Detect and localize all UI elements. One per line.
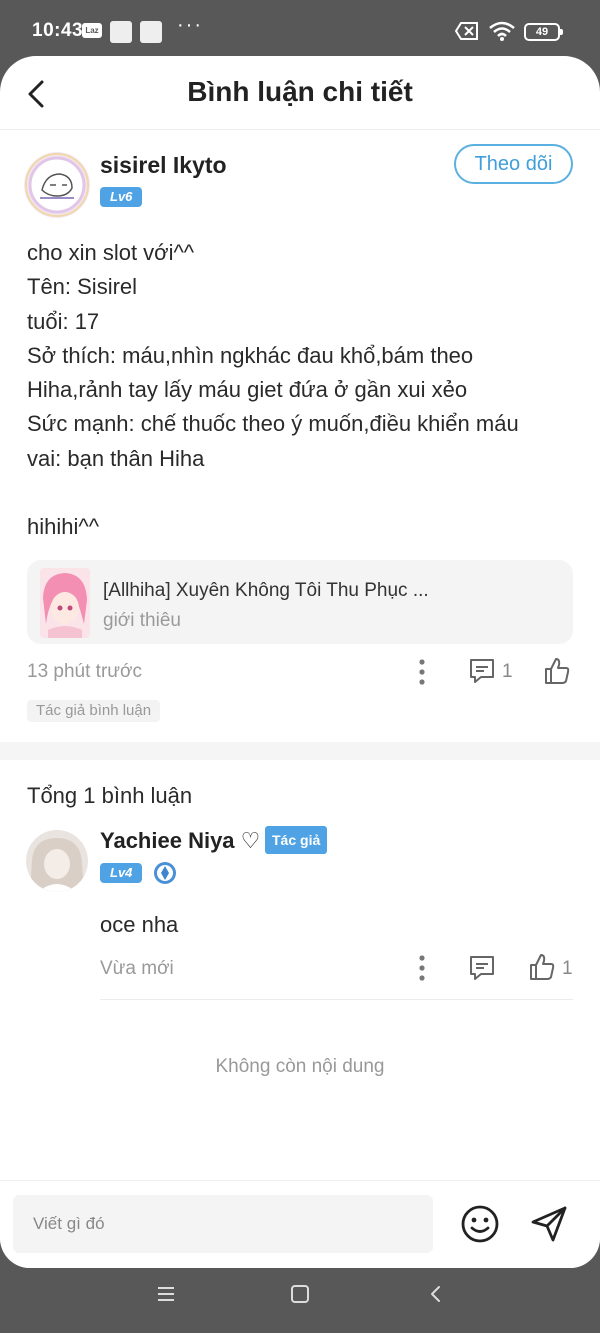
emoji-icon[interactable] xyxy=(459,1203,501,1245)
like-count: 1 xyxy=(562,958,573,979)
page-title: Bình luận chi tiết xyxy=(187,76,413,107)
author-badge: Tác giả xyxy=(265,826,328,854)
status-time: 10:43 xyxy=(32,20,84,41)
comment-input[interactable] xyxy=(13,1195,433,1253)
post-author-name[interactable]: sisirel Ikyto xyxy=(100,152,227,179)
status-bar: 10:43 Laz ··· 49 xyxy=(0,0,600,62)
app-screen: Bình luận chi tiết sisirel Ikyto Lv6 The… xyxy=(0,56,600,1268)
author-comment-tag: Tác giả bình luận xyxy=(27,700,161,722)
end-of-content-text: Không còn nội dung xyxy=(215,1056,385,1077)
like-icon[interactable] xyxy=(543,656,571,686)
comment-icon[interactable] xyxy=(468,657,496,685)
comments-total: Tổng 1 bình luận xyxy=(27,783,193,808)
battery-icon: 49 xyxy=(524,23,563,41)
avatar-image xyxy=(24,152,90,218)
more-icon[interactable] xyxy=(412,658,432,686)
laz-icon: Laz xyxy=(82,23,102,38)
reply-count: 1 xyxy=(502,661,513,682)
comment-timestamp: Vừa mới xyxy=(100,958,174,979)
story-thumbnail xyxy=(40,568,90,638)
sim-off-icon xyxy=(455,22,478,40)
level-badge: Lv6 xyxy=(100,187,143,207)
divider xyxy=(100,999,573,1000)
section-divider xyxy=(0,742,600,760)
story-title: [Allhiha] Xuyên Không Tôi Thu Phục ... xyxy=(103,580,429,601)
like-icon[interactable] xyxy=(528,952,556,982)
send-icon[interactable] xyxy=(528,1203,570,1245)
comment-text: oce nha xyxy=(100,912,179,937)
notification-icon xyxy=(140,21,162,43)
post-body: cho xin slot với^^ Tên: Sisirel tuổi: 17… xyxy=(27,240,519,540)
level-badge: Lv4 xyxy=(100,863,143,883)
story-subtitle: giới thiêu xyxy=(103,610,181,631)
more-icon[interactable] xyxy=(412,954,432,982)
nav-back-icon[interactable] xyxy=(428,1284,444,1304)
avatar[interactable] xyxy=(24,152,90,218)
comment-author-name[interactable]: Yachiee Niya ♡ xyxy=(100,828,260,854)
comment-icon[interactable] xyxy=(468,954,496,982)
post-timestamp: 13 phút trước xyxy=(27,661,142,682)
avatar-image xyxy=(26,830,88,892)
comment-input-bar xyxy=(0,1180,600,1268)
diamond-icon xyxy=(154,862,176,884)
home-icon[interactable] xyxy=(290,1284,310,1304)
story-card[interactable]: [Allhiha] Xuyên Không Tôi Thu Phục ... g… xyxy=(27,560,573,644)
system-nav-bar xyxy=(0,1268,600,1333)
wifi-icon xyxy=(489,21,515,41)
follow-button[interactable]: Theo dõi xyxy=(454,144,573,184)
menu-icon[interactable] xyxy=(156,1285,176,1303)
header: Bình luận chi tiết xyxy=(0,56,600,130)
notification-icon xyxy=(110,21,132,43)
more-notifications-icon: ··· xyxy=(177,14,203,36)
avatar[interactable] xyxy=(26,830,88,892)
